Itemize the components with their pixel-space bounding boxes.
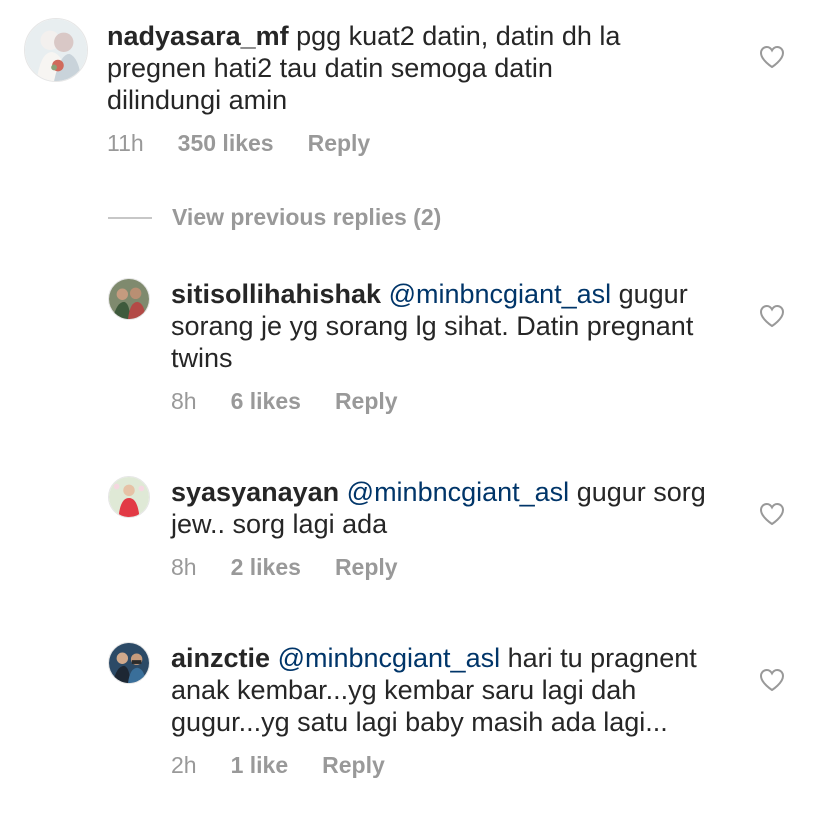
comments-screen: nadyasara_mf pgg kuat2 datin, datin dh l… bbox=[0, 0, 828, 833]
avatar[interactable] bbox=[108, 278, 150, 320]
heart-outline-icon[interactable] bbox=[759, 668, 785, 692]
comment-meta: 11h 350 likes Reply bbox=[107, 130, 667, 157]
reply-text: ainzctie @minbncgiant_asl hari tu pragne… bbox=[171, 642, 731, 738]
reply-button[interactable]: Reply bbox=[322, 752, 385, 779]
reply-mention[interactable]: @minbncgiant_asl bbox=[389, 279, 612, 309]
reply-time: 2h bbox=[171, 752, 197, 778]
view-previous-replies-label: View previous replies (2) bbox=[172, 204, 442, 230]
heart-outline-icon[interactable] bbox=[759, 45, 785, 69]
reply-text: syasyanayan @minbncgiant_asl gugur sorg … bbox=[171, 476, 731, 540]
divider-line bbox=[108, 216, 152, 219]
reply-body: syasyanayan @minbncgiant_asl gugur sorg … bbox=[171, 476, 731, 581]
avatar[interactable] bbox=[108, 642, 150, 684]
reply-mention[interactable]: @minbncgiant_asl bbox=[347, 477, 570, 507]
view-previous-replies-button[interactable]: View previous replies (2) bbox=[108, 204, 441, 231]
reply-likes[interactable]: 2 likes bbox=[231, 554, 301, 581]
reply-username[interactable]: ainzctie bbox=[171, 643, 270, 673]
reply-username[interactable]: syasyanayan bbox=[171, 477, 339, 507]
reply-mention[interactable]: @minbncgiant_asl bbox=[278, 643, 501, 673]
heart-outline-icon[interactable] bbox=[759, 502, 785, 526]
comment-text: nadyasara_mf pgg kuat2 datin, datin dh l… bbox=[107, 20, 667, 116]
reply-body: ainzctie @minbncgiant_asl hari tu pragne… bbox=[171, 642, 731, 779]
reply-button[interactable]: Reply bbox=[335, 388, 398, 415]
heart-outline-icon[interactable] bbox=[759, 304, 785, 328]
comment-likes[interactable]: 350 likes bbox=[178, 130, 274, 157]
comment-time: 11h bbox=[107, 130, 144, 156]
reply-likes[interactable]: 1 like bbox=[231, 752, 289, 779]
reply-time: 8h bbox=[171, 388, 197, 414]
comment-username[interactable]: nadyasara_mf bbox=[107, 21, 289, 51]
avatar[interactable] bbox=[24, 18, 88, 82]
reply-likes[interactable]: 6 likes bbox=[231, 388, 301, 415]
reply-text: sitisollihahishak @minbncgiant_asl gugur… bbox=[171, 278, 731, 374]
reply-button[interactable]: Reply bbox=[335, 554, 398, 581]
reply-meta: 2h 1 like Reply bbox=[171, 752, 731, 779]
reply-meta: 8h 2 likes Reply bbox=[171, 554, 731, 581]
comment-body: nadyasara_mf pgg kuat2 datin, datin dh l… bbox=[107, 20, 667, 157]
reply-body: sitisollihahishak @minbncgiant_asl gugur… bbox=[171, 278, 731, 415]
reply-time: 8h bbox=[171, 554, 197, 580]
reply-username[interactable]: sitisollihahishak bbox=[171, 279, 381, 309]
avatar[interactable] bbox=[108, 476, 150, 518]
reply-button[interactable]: Reply bbox=[308, 130, 371, 157]
reply-meta: 8h 6 likes Reply bbox=[171, 388, 731, 415]
